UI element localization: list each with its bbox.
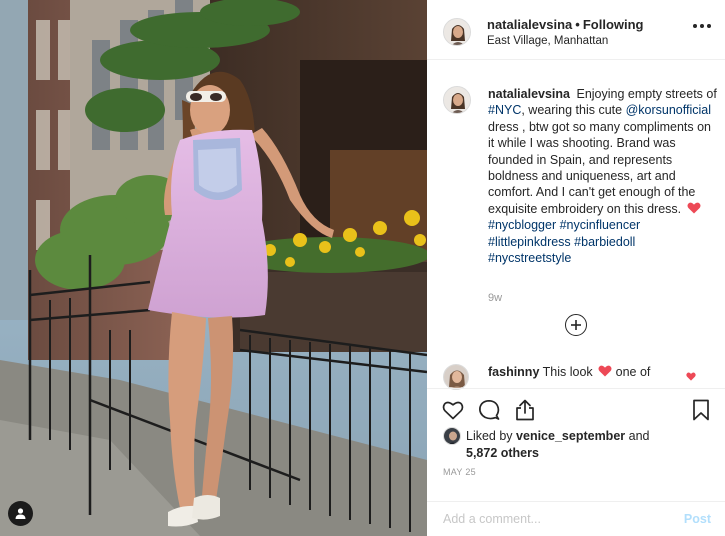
hashtag-barbiedoll[interactable]: #barbiedoll (574, 235, 635, 249)
heart-icon (442, 401, 464, 420)
commenter-avatar-image (444, 365, 468, 389)
bookmark-icon (693, 399, 709, 421)
liker-avatar[interactable] (443, 427, 461, 445)
author-avatar-image (444, 19, 470, 45)
caption-author-avatar[interactable] (443, 86, 471, 114)
commenter-avatar[interactable] (443, 364, 469, 390)
post-date[interactable]: MAY 25 (443, 467, 476, 477)
commenter-username[interactable]: fashinny (488, 365, 539, 379)
hashtag-littlepinkdress[interactable]: #littlepinkdress (488, 235, 571, 249)
following-button[interactable]: Following (583, 17, 644, 32)
hashtag-nyc[interactable]: #NYC (488, 103, 521, 117)
add-comment-section: Post (427, 501, 725, 536)
author-username[interactable]: natalialevsina (487, 17, 572, 32)
liked-by-joiner: and (628, 429, 650, 443)
hashtag-nycstreetstyle[interactable]: #nycstreetstyle (488, 251, 571, 265)
comment-body: This look (542, 365, 593, 379)
hashtag-nycinfluencer[interactable]: #nycinfluencer (560, 218, 641, 232)
mention-korsunofficial[interactable]: @korsunofficial (626, 103, 711, 117)
post-photo[interactable] (0, 0, 427, 536)
likes-count[interactable]: 5,872 others (466, 446, 539, 460)
save-button[interactable] (689, 398, 713, 422)
comment-item: fashinny This look one of (443, 362, 718, 390)
post-comment-button[interactable]: Post (684, 512, 711, 526)
author-avatar[interactable] (443, 18, 471, 46)
location-link[interactable]: East Village, Manhattan (487, 34, 644, 48)
caption-body-3: dress , btw got so many compliments on i… (488, 119, 712, 216)
user-tag-icon (15, 508, 26, 519)
red-heart-emoji-icon (598, 365, 612, 377)
comment-icon (479, 399, 500, 420)
liker-avatar-image (444, 428, 460, 444)
header-text: natalialevsina • Following East Village, M… (487, 17, 644, 48)
share-icon (516, 399, 534, 421)
user-tag-button[interactable] (8, 501, 33, 526)
post-header: natalialevsina • Following East Village, M… (427, 0, 725, 60)
caption-body-1: Enjoying empty streets of (576, 87, 717, 101)
liked-by-text: Liked by venice_september and 5,872 othe… (466, 428, 716, 462)
caption-username[interactable]: natalialevsina (488, 87, 570, 101)
liked-by-prefix: Liked by (466, 429, 513, 443)
add-comment-input[interactable] (443, 512, 663, 526)
caption-body-2: , wearing this cute (521, 103, 623, 118)
load-more-comments-button[interactable] (565, 314, 587, 336)
caption-age[interactable]: 9w (488, 292, 502, 304)
street-photo-illustration (0, 0, 427, 536)
comment-button[interactable] (477, 398, 501, 422)
caption-text: natalialevsina Enjoying empty streets of… (488, 86, 718, 266)
liked-by-user[interactable]: venice_september (516, 429, 625, 443)
like-button[interactable] (441, 398, 465, 422)
plus-circle-icon (571, 320, 581, 330)
more-options-icon[interactable] (693, 22, 711, 30)
separator-dot: • (575, 17, 580, 32)
post-details-panel: natalialevsina • Following East Village, M… (427, 0, 725, 536)
red-heart-emoji-icon (687, 202, 701, 214)
comment-like-heart-icon[interactable] (686, 372, 696, 381)
caption-avatar-image (444, 87, 470, 113)
comment-text: fashinny This look one of (488, 365, 650, 379)
hashtag-nycblogger[interactable]: #nycblogger (488, 218, 556, 232)
post-actions: Liked by venice_september and 5,872 othe… (427, 388, 725, 536)
share-button[interactable] (513, 398, 537, 422)
comment-body-cont: one of (615, 365, 651, 379)
